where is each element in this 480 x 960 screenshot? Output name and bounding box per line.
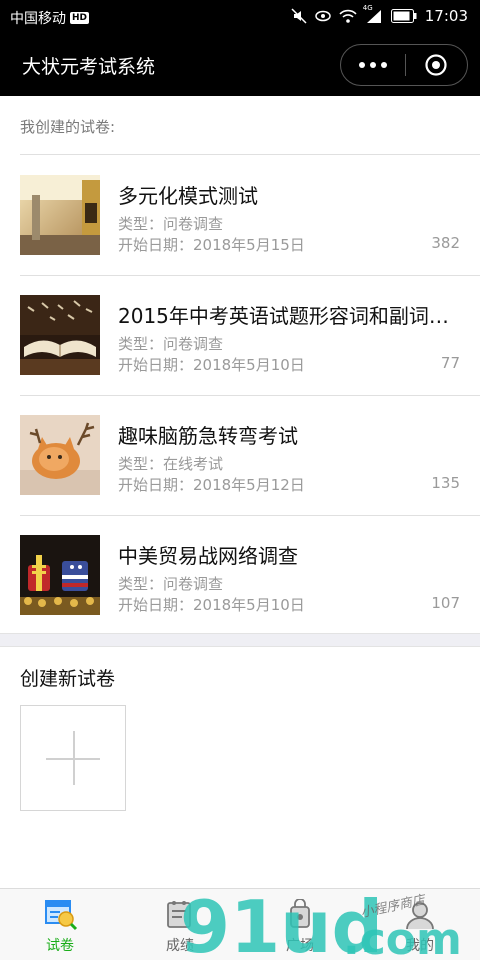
street-scene-thumbnail [20,175,100,255]
exam-list-item[interactable]: 趣味脑筋急转弯考试 类型：在线考试 开始日期：2018年5月12日 135 [0,395,480,515]
tab-label: 我的 [406,938,434,954]
target-close-icon [425,54,447,76]
carrier-name: 中国移动 [10,11,66,27]
exam-paper-icon [42,899,78,931]
page-title: 大状元考试系统 [22,56,156,78]
more-dot-icon [369,62,376,68]
wifi-icon [339,8,357,24]
nav-bar: 大状元考试系统 [0,34,480,96]
exam-type: 类型：问卷调查 [118,575,224,593]
tab-profile[interactable]: 我的 [360,889,480,960]
exam-list-item[interactable]: 多元化模式测试 类型：问卷调查 开始日期：2018年5月15日 382 [0,155,480,275]
create-exam-title: 创建新试卷 [20,668,116,690]
tab-label: 成绩 [166,938,194,954]
tab-plaza[interactable]: 广场 [240,889,360,960]
plaza-icon [282,898,318,931]
exam-participant-count: 135 [431,474,460,492]
status-bar: 中国移动 HD 4G 17:03 [0,0,480,34]
mute-icon [291,8,307,24]
exam-participant-count: 382 [431,234,460,252]
battery-icon [390,9,417,23]
network-type: 4G [362,4,373,12]
exam-start-date: 开始日期：2018年5月12日 [118,476,305,494]
exam-title: 趣味脑筋急转弯考试 [118,424,298,448]
exam-title: 多元化模式测试 [118,184,258,208]
my-exams-label: 我创建的试卷: [20,118,116,136]
clock: 17:03 [424,7,468,25]
exam-start-date: 开始日期：2018年5月10日 [118,356,305,374]
exam-participant-count: 77 [440,354,460,372]
exam-start-date: 开始日期：2018年5月10日 [118,596,305,614]
exam-list: 多元化模式测试 类型：问卷调查 开始日期：2018年5月15日 382 2015… [0,155,480,635]
close-miniprogram-button[interactable] [405,45,467,85]
eye-icon [315,8,331,24]
hd-badge: HD [70,12,90,24]
score-icon [162,899,198,931]
currency-symbols-thumbnail [20,535,100,615]
exam-list-item[interactable]: 中美贸易战网络调查 类型：问卷调查 开始日期：2018年5月10日 107 [0,515,480,635]
exam-title: 中美贸易战网络调查 [118,544,298,568]
exam-list-item[interactable]: 2015年中考英语试题形容词和副词专项 类型：问卷调查 开始日期：2018年5月… [0,275,480,395]
tab-label: 广场 [286,938,314,954]
status-left: 中国移动 HD [10,8,90,28]
exam-type: 类型：在线考试 [118,455,224,473]
miniprogram-capsule [340,44,468,86]
cat-with-antlers-thumbnail [20,415,100,495]
more-button[interactable] [341,45,405,85]
signal-icon: 4G [363,4,383,24]
exam-type: 类型：问卷调查 [118,215,224,233]
exam-participant-count: 107 [431,594,460,612]
tab-bar: 试卷 成绩 广场 我的 [0,888,480,960]
profile-icon [402,899,438,931]
status-right: 4G 17:03 [291,4,468,25]
tab-scores[interactable]: 成绩 [120,889,240,960]
add-exam-button[interactable] [20,705,126,811]
tab-label: 试卷 [46,938,74,954]
tab-exams[interactable]: 试卷 [0,889,120,960]
section-separator [0,633,480,647]
exam-title: 2015年中考英语试题形容词和副词专项 [118,304,463,328]
open-book-thumbnail [20,295,100,375]
more-dot-icon [358,62,365,68]
exam-type: 类型：问卷调查 [118,335,224,353]
exam-start-date: 开始日期：2018年5月15日 [118,236,305,254]
more-dot-icon [380,62,387,68]
